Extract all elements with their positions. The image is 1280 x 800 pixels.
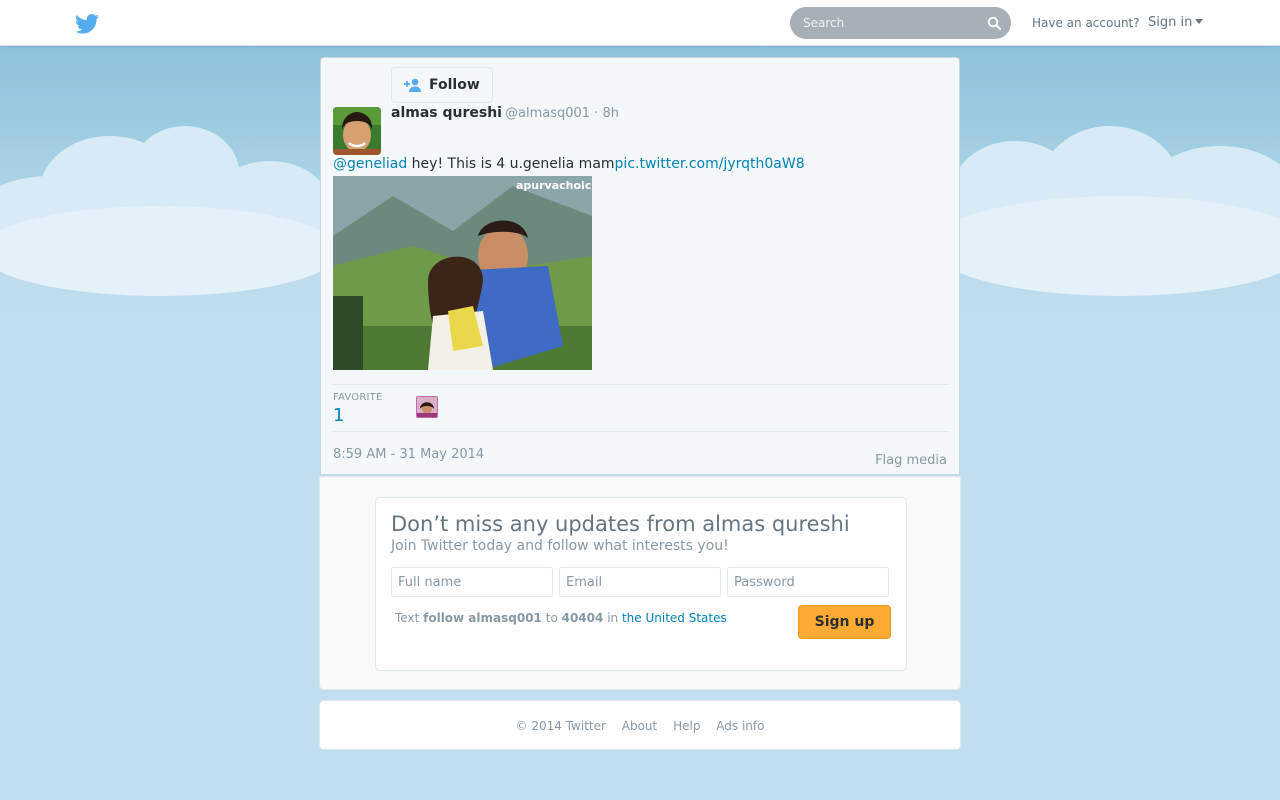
sms-number: 40404 bbox=[561, 611, 604, 625]
caret-down-icon bbox=[1195, 19, 1204, 24]
search-icon[interactable] bbox=[987, 16, 1001, 30]
search-box bbox=[790, 7, 1011, 39]
full-name-field[interactable] bbox=[391, 567, 553, 597]
photo-watermark: apurvachoice bbox=[516, 179, 592, 192]
footer-help-link[interactable]: Help bbox=[673, 719, 700, 733]
user-handle-time[interactable]: @almasq001 · 8h bbox=[505, 106, 619, 121]
sign-up-button[interactable]: Sign up bbox=[798, 605, 891, 639]
divider bbox=[333, 431, 949, 432]
tweet-photo[interactable]: apurvachoice bbox=[333, 176, 592, 370]
tweet-text: @geneliad hey! This is 4 u.genelia mampi… bbox=[333, 156, 805, 172]
twitter-bird-icon[interactable] bbox=[75, 14, 99, 34]
mention-link[interactable]: @geneliad bbox=[333, 156, 407, 172]
pic-link[interactable]: pic.twitter.com/jyrqth0aW8 bbox=[615, 156, 805, 172]
follow-button[interactable]: Follow bbox=[391, 67, 493, 103]
divider bbox=[333, 384, 949, 385]
signup-section: Don’t miss any updates from almas quresh… bbox=[319, 476, 961, 690]
sms-country-link[interactable]: the United States bbox=[622, 611, 727, 625]
signup-title: Don’t miss any updates from almas quresh… bbox=[391, 512, 850, 536]
tweet-timestamp[interactable]: 8:59 AM - 31 May 2014 bbox=[333, 447, 484, 462]
signup-subtitle: Join Twitter today and follow what inter… bbox=[391, 538, 729, 554]
search-input[interactable] bbox=[790, 7, 980, 39]
footer-links: © 2014 Twitter About Help Ads info bbox=[320, 719, 960, 733]
tweet-card: Follow almas qureshi @almasq001 · 8h @ge… bbox=[320, 57, 960, 475]
add-user-icon bbox=[404, 78, 421, 92]
favoriter-avatar[interactable] bbox=[416, 396, 438, 418]
sms-follow-hint: Text follow almasq001 to 40404 in the Un… bbox=[395, 611, 727, 625]
avatar[interactable] bbox=[333, 107, 381, 155]
favorite-label: FAVORITE bbox=[333, 392, 383, 403]
email-field[interactable] bbox=[559, 567, 721, 597]
sign-in-label: Sign in bbox=[1148, 15, 1193, 30]
flag-media-link[interactable]: Flag media bbox=[875, 453, 947, 468]
have-account-text: Have an account? bbox=[1032, 16, 1140, 30]
sign-in-dropdown[interactable]: Sign in bbox=[1148, 15, 1204, 30]
footer: © 2014 Twitter About Help Ads info bbox=[319, 700, 961, 750]
sms-to: to bbox=[545, 611, 558, 625]
sms-command: follow almasq001 bbox=[423, 611, 542, 625]
footer-ads-info-link[interactable]: Ads info bbox=[716, 719, 764, 733]
tweet-body: hey! This is 4 u.genelia mam bbox=[407, 156, 615, 172]
favorite-count[interactable]: 1 bbox=[333, 405, 344, 426]
follow-label: Follow bbox=[429, 77, 480, 93]
sms-text: Text bbox=[395, 611, 420, 625]
sms-in: in bbox=[607, 611, 619, 625]
signup-box: Don’t miss any updates from almas quresh… bbox=[375, 497, 907, 671]
footer-about-link[interactable]: About bbox=[622, 719, 657, 733]
password-field[interactable] bbox=[727, 567, 889, 597]
copyright: © 2014 Twitter bbox=[515, 719, 606, 733]
top-bar: Have an account? Sign in bbox=[0, 0, 1280, 46]
user-fullname[interactable]: almas qureshi bbox=[391, 105, 502, 121]
